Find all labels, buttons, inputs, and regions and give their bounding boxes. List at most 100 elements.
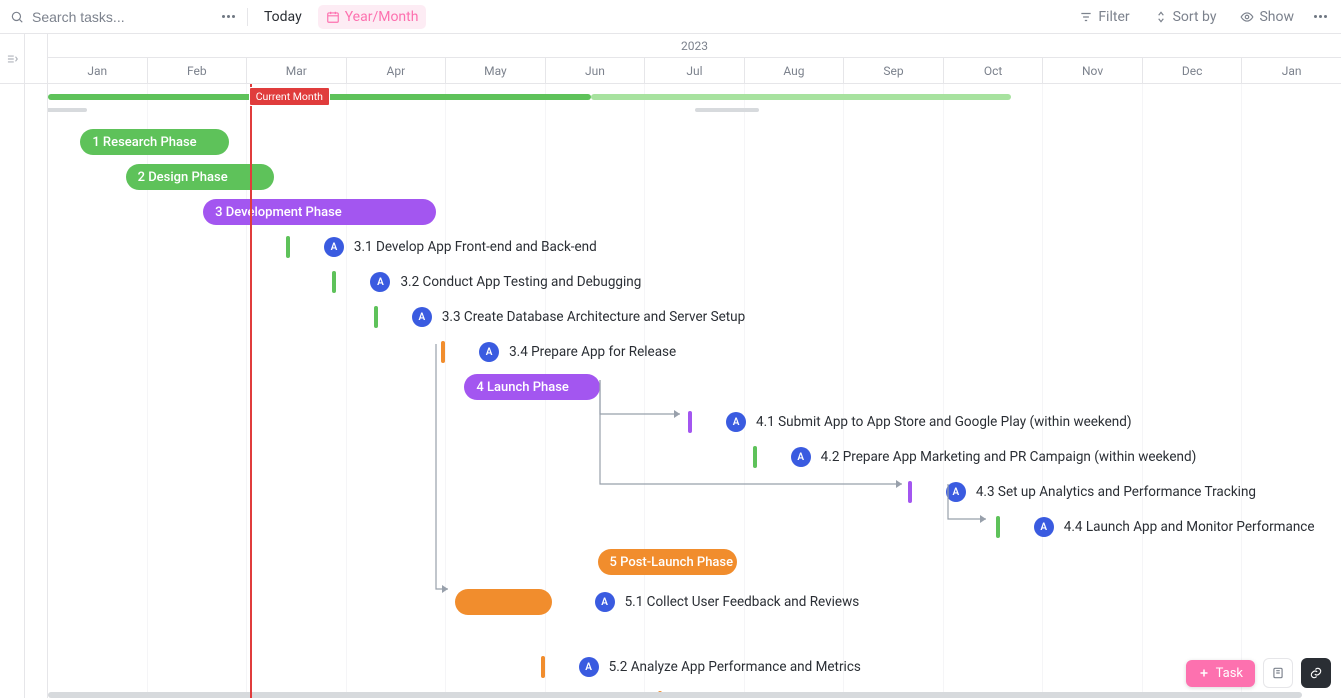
phase-label: 5 Post-Launch Phase <box>610 555 734 570</box>
search-icon <box>10 10 24 24</box>
task-tick <box>908 481 912 503</box>
current-month-line <box>250 84 252 698</box>
phase-label: 4 Launch Phase <box>476 380 569 395</box>
task-5.1[interactable]: A 5.1 Collect User Feedback and Reviews <box>585 589 860 615</box>
assignee-avatar[interactable]: A <box>726 412 746 432</box>
phase-5a[interactable] <box>455 589 552 615</box>
task-5.2[interactable]: A 5.2 Analyze App Performance and Metrics <box>541 654 861 680</box>
sort-button[interactable]: Sort by <box>1146 5 1225 29</box>
phase-4[interactable]: 4 Launch Phase <box>464 374 600 400</box>
summary-handle-right[interactable] <box>695 108 760 112</box>
current-month-flag: Current Month <box>249 87 330 106</box>
month-nov: Nov <box>1043 58 1143 83</box>
note-icon <box>1271 666 1285 680</box>
overflow-button[interactable] <box>1310 11 1331 22</box>
task-tick <box>332 271 336 293</box>
show-label: Show <box>1259 9 1294 25</box>
task-3.2[interactable]: A 3.2 Conduct App Testing and Debugging <box>332 269 641 295</box>
summary-handle-left[interactable] <box>48 108 87 112</box>
assignee-avatar[interactable]: A <box>595 592 615 612</box>
month-jun: Jun <box>546 58 646 83</box>
filter-label: Filter <box>1098 9 1129 25</box>
task-label: 4.4 Launch App and Monitor Performance <box>1064 519 1315 535</box>
phase-1[interactable]: 1 Research Phase <box>80 129 229 155</box>
month-feb: Feb <box>148 58 248 83</box>
task-4.1[interactable]: A 4.1 Submit App to App Store and Google … <box>688 409 1132 435</box>
task-tick <box>541 656 545 678</box>
task-label: 3.1 Develop App Front-end and Back-end <box>354 239 597 255</box>
body-gutter-left <box>0 84 25 698</box>
year-label: 2023 <box>681 39 708 53</box>
search-input[interactable] <box>30 8 190 26</box>
assignee-avatar[interactable]: A <box>324 237 344 257</box>
task-3.1[interactable]: A 3.1 Develop App Front-end and Back-end <box>286 234 597 260</box>
timeline-header: 2023 JanFebMarAprMayJunJulAugSepOctNovDe… <box>0 34 1341 84</box>
task-3.4[interactable]: A3.4 Prepare App for Release <box>441 339 676 365</box>
today-button[interactable]: Today <box>256 5 310 29</box>
phase-2[interactable]: 2 Design Phase <box>126 164 275 190</box>
task-tick <box>441 341 445 363</box>
summary-bar-light <box>591 94 1011 100</box>
assignee-avatar[interactable]: A <box>791 447 811 467</box>
phase-3[interactable]: 3 Development Phase <box>203 199 436 225</box>
phase-5[interactable]: 5 Post-Launch Phase <box>598 549 738 575</box>
scale-label: Year/Month <box>345 9 419 25</box>
more-options-button[interactable] <box>218 11 239 22</box>
expand-panel-button[interactable] <box>0 34 25 83</box>
new-task-button[interactable]: Task <box>1186 660 1255 687</box>
task-4.4[interactable]: A 4.4 Launch App and Monitor Performance <box>996 514 1315 540</box>
assignee-avatar[interactable]: A <box>1034 517 1054 537</box>
months-wrap: 2023 JanFebMarAprMayJunJulAugSepOctNovDe… <box>48 34 1341 83</box>
month-jul: Jul <box>645 58 745 83</box>
assignee-avatar[interactable]: A <box>370 272 390 292</box>
today-label: Today <box>264 9 302 25</box>
toolbar: Today Year/Month Filter Sort by Show <box>0 0 1341 34</box>
task-label: 4.3 Set up Analytics and Performance Tra… <box>976 484 1256 500</box>
task-label: 4.2 Prepare App Marketing and PR Campaig… <box>821 449 1197 465</box>
task-tick <box>374 306 378 328</box>
task-4.2[interactable]: A 4.2 Prepare App Marketing and PR Campai… <box>753 444 1197 470</box>
month-mar: Mar <box>247 58 347 83</box>
assignee-avatar[interactable]: A <box>579 657 599 677</box>
task-label: 4.1 Submit App to App Store and Google P… <box>756 414 1132 430</box>
task-tick <box>688 411 692 433</box>
task-label: 5.1 Collect User Feedback and Reviews <box>625 594 860 610</box>
task-label: 3.3 Create Database Architecture and Ser… <box>442 309 745 325</box>
plus-icon <box>1198 667 1210 679</box>
task-3.3[interactable]: A 3.3 Create Database Architecture and Se… <box>374 304 745 330</box>
search-wrap <box>10 8 210 26</box>
body-row-gutter <box>25 84 48 698</box>
task-tick <box>286 236 290 258</box>
phase-label: 3 Development Phase <box>215 205 342 220</box>
month-may: May <box>446 58 546 83</box>
month-aug: Aug <box>745 58 845 83</box>
assignee-avatar[interactable]: A <box>412 307 432 327</box>
eye-icon <box>1240 10 1254 24</box>
aux-button-2[interactable] <box>1301 658 1331 688</box>
assignee-avatar[interactable]: A <box>946 482 966 502</box>
show-button[interactable]: Show <box>1232 5 1302 29</box>
gantt-canvas[interactable]: Current Month 1 Research Phase 2 Design P… <box>48 84 1341 698</box>
calendar-icon <box>326 10 340 24</box>
sort-icon <box>1154 10 1168 24</box>
filter-icon <box>1079 10 1093 24</box>
month-sep: Sep <box>844 58 944 83</box>
sort-label: Sort by <box>1173 9 1217 25</box>
task-label: 3.2 Conduct App Testing and Debugging <box>400 274 641 290</box>
filter-button[interactable]: Filter <box>1071 5 1137 29</box>
task-tick <box>996 516 1000 538</box>
phase-label: 1 Research Phase <box>92 135 196 150</box>
month-jan: Jan <box>1242 58 1341 83</box>
task-4.3[interactable]: A 4.3 Set up Analytics and Performance Tr… <box>908 479 1256 505</box>
task-label: 5.2 Analyze App Performance and Metrics <box>609 659 861 675</box>
assignee-avatar[interactable]: A <box>479 342 499 362</box>
gantt-body: Current Month 1 Research Phase 2 Design P… <box>0 84 1341 698</box>
task-tick <box>753 446 757 468</box>
month-oct: Oct <box>944 58 1044 83</box>
link-icon <box>1309 666 1323 680</box>
chevron-right-icon <box>5 52 19 66</box>
h-scrollbar[interactable] <box>48 692 1341 698</box>
aux-button-1[interactable] <box>1263 658 1293 688</box>
scale-button[interactable]: Year/Month <box>318 5 427 29</box>
month-apr: Apr <box>347 58 447 83</box>
